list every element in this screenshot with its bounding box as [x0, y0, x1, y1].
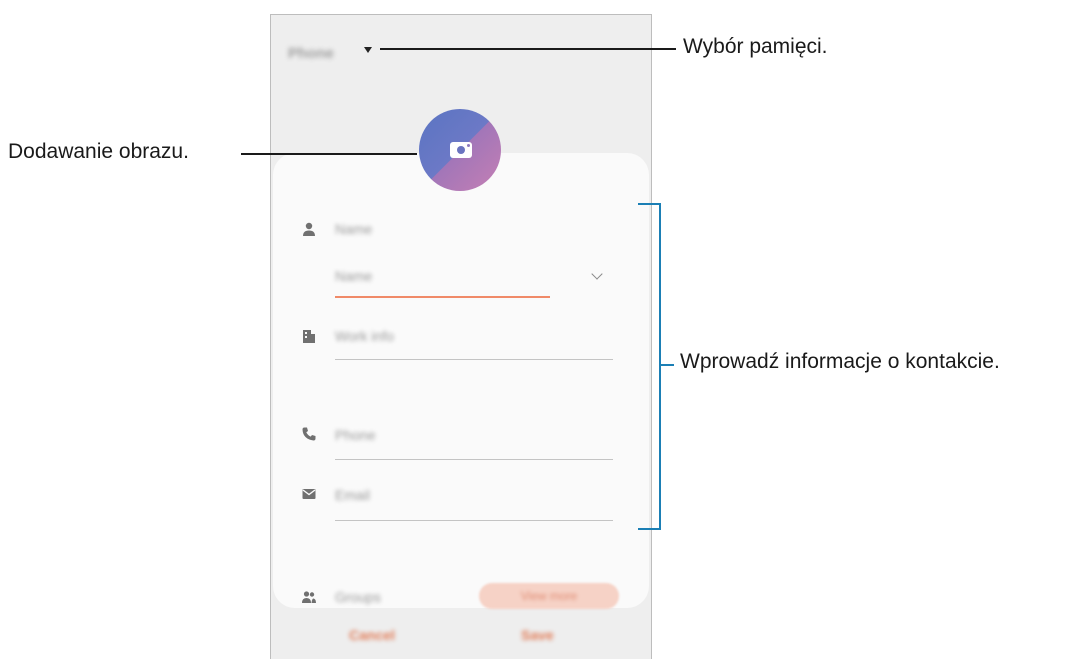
storage-callout: Wybór pamięci. [683, 35, 828, 58]
contact-form-card: Name Name Work info Phone Email Groups [273, 153, 649, 608]
chevron-down-icon[interactable] [591, 268, 603, 280]
dropdown-arrow-icon[interactable] [364, 47, 372, 53]
info-bracket-tick [661, 364, 674, 366]
email-field[interactable]: Email [335, 487, 370, 503]
view-more-button[interactable]: View more [479, 583, 619, 609]
email-underline [335, 520, 613, 521]
storage-callout-line [380, 48, 676, 50]
person-icon [303, 222, 315, 236]
cancel-button[interactable]: Cancel [349, 627, 395, 643]
work-info-underline [335, 359, 613, 360]
work-info-field[interactable]: Work info [335, 328, 394, 344]
image-callout-line [241, 153, 417, 155]
save-button[interactable]: Save [521, 627, 554, 643]
add-image-button[interactable] [419, 109, 501, 191]
groups-icon [302, 591, 316, 603]
info-callout: Wprowadź informacje o kontakcie. [680, 350, 1000, 373]
building-icon [303, 330, 315, 343]
name-underline [335, 296, 550, 298]
name-field[interactable]: Name [335, 221, 372, 237]
info-bracket [638, 203, 661, 530]
image-callout: Dodawanie obrazu. [8, 140, 189, 163]
phone-underline [335, 459, 613, 460]
storage-selector[interactable]: Phone [288, 45, 334, 62]
name-subfield[interactable]: Name [335, 268, 372, 284]
phone-icon [302, 427, 316, 441]
camera-icon [450, 142, 472, 158]
phone-field[interactable]: Phone [335, 427, 375, 443]
email-icon [302, 489, 316, 499]
view-more-label: View more [520, 589, 578, 603]
groups-field[interactable]: Groups [335, 589, 381, 605]
